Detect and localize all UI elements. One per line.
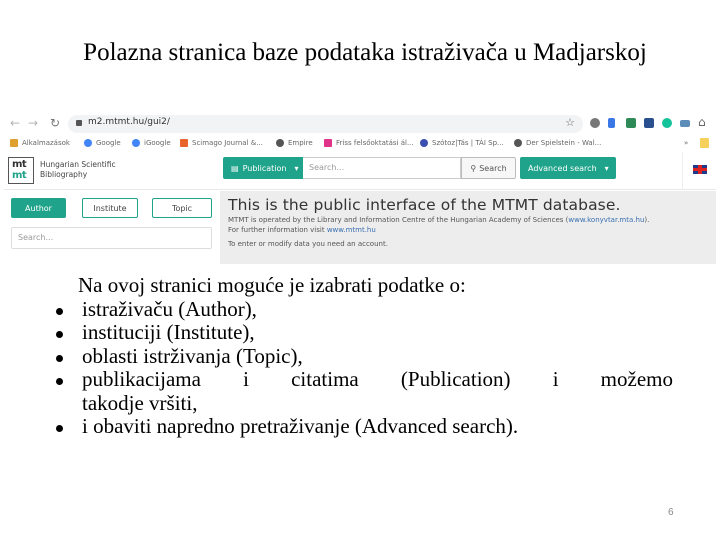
tab-author[interactable]: Author [11, 198, 66, 218]
uk-flag-icon [693, 165, 707, 174]
extension-gray-icon[interactable] [590, 118, 600, 128]
browser-screenshot: ← → ↻ m2.mtmt.hu/gui2/ ☆ ⌂ Alkalmazások … [4, 112, 716, 264]
google-icon [84, 139, 92, 147]
search-panel: Author Institute Topic Search... [4, 191, 220, 264]
bookmark-star-icon[interactable]: ☆ [565, 116, 575, 129]
advanced-search-button[interactable]: Advanced search ▾ [520, 157, 616, 179]
publication-dropdown[interactable]: ▤ Publication ▾ [223, 157, 303, 179]
info-panel: This is the public interface of the MTMT… [220, 191, 716, 264]
bullet-list: istraživaču (Author), instituciji (Insti… [48, 297, 673, 439]
slide-title: Polazna stranica baze podataka istraživa… [83, 39, 647, 66]
info-title: This is the public interface of the MTMT… [228, 196, 621, 214]
bookmark-empire[interactable]: Empire [276, 139, 313, 147]
e-icon [324, 139, 332, 147]
bullet-item: istraživaču (Author), [48, 297, 673, 322]
bookmark-szotozas[interactable]: Szótoz|Tás | TÁI Sp... [420, 139, 504, 147]
bookmark-spielstein[interactable]: Der Spielstein - Wal... [514, 139, 601, 147]
bullet-item: publikacijama i citatima (Publication) i… [48, 367, 673, 415]
bullet-item: i obaviti napredno pretraživanje (Advanc… [48, 414, 673, 439]
site-name: Hungarian Scientific Bibliography [40, 160, 116, 179]
scimago-icon [180, 139, 188, 147]
info-line-account: To enter or modify data you need an acco… [228, 240, 388, 248]
language-selector[interactable] [682, 152, 716, 190]
google-icon [132, 139, 140, 147]
bookmarks-overflow[interactable]: » [684, 139, 688, 147]
reload-icon[interactable]: ↻ [50, 116, 60, 130]
mtmt-link[interactable]: www.mtmt.hu [327, 226, 376, 234]
konyvtar-link[interactable]: www.konyvtar.mta.hu [568, 216, 644, 224]
author-search-input[interactable]: Search... [11, 227, 212, 249]
home-icon[interactable]: ⌂ [698, 115, 706, 129]
browser-toolbar: ← → ↻ m2.mtmt.hu/gui2/ ☆ ⌂ [4, 112, 716, 136]
back-icon[interactable]: ← [10, 116, 20, 130]
bookmark-google[interactable]: Google [84, 139, 121, 147]
tab-institute[interactable]: Institute [82, 198, 138, 218]
bookmark-igoogle[interactable]: iGoogle [132, 139, 171, 147]
caret-down-icon: ▾ [294, 163, 299, 173]
forward-icon[interactable]: → [28, 116, 38, 130]
mtmt-logo[interactable]: mt mt [8, 157, 34, 184]
search-button[interactable]: ⚲ Search [461, 157, 516, 179]
main-search-input[interactable]: Search... [303, 157, 461, 179]
document-icon: ▤ [231, 163, 239, 173]
bookmark-scimago[interactable]: Scimago Journal &... [180, 139, 263, 147]
bookmarks-bar: Alkalmazások Google iGoogle Scimago Jour… [4, 136, 716, 152]
globe-icon [514, 139, 522, 147]
url-text[interactable]: m2.mtmt.hu/gui2/ [88, 117, 170, 127]
bullet-item: instituciji (Institute), [48, 320, 673, 345]
extension-blue-arrow-icon[interactable] [608, 118, 615, 128]
tab-topic[interactable]: Topic [152, 198, 212, 218]
apps-grid-icon [10, 139, 18, 147]
extension-green-icon[interactable] [626, 118, 636, 128]
bookmark-apps[interactable]: Alkalmazások [10, 139, 70, 147]
extension-camera-icon[interactable] [680, 120, 690, 127]
slide-number: 6 [668, 507, 674, 518]
search-icon: ⚲ [470, 163, 477, 173]
lock-icon [76, 120, 82, 126]
globe-icon [276, 139, 284, 147]
bullet-item: oblasti istrživanja (Topic), [48, 344, 673, 369]
at-icon [420, 139, 428, 147]
extension-download-icon[interactable] [644, 118, 654, 128]
slide-body: Na ovoj stranici moguće je izabrati poda… [48, 273, 673, 439]
info-line-operator: MTMT is operated by the Library and Info… [228, 216, 650, 224]
caret-down-icon: ▾ [604, 163, 609, 173]
site-header: mt mt Hungarian Scientific Bibliography … [4, 152, 716, 190]
bookmark-friss[interactable]: Friss felsőoktatási ál... [324, 139, 414, 147]
intro-text: Na ovoj stranici moguće je izabrati poda… [78, 273, 466, 297]
grammarly-icon[interactable] [662, 118, 672, 128]
info-line-further: For further information visit www.mtmt.h… [228, 226, 376, 234]
other-bookmarks-folder-icon[interactable] [700, 138, 709, 148]
address-bar[interactable]: m2.mtmt.hu/gui2/ ☆ [68, 115, 583, 133]
